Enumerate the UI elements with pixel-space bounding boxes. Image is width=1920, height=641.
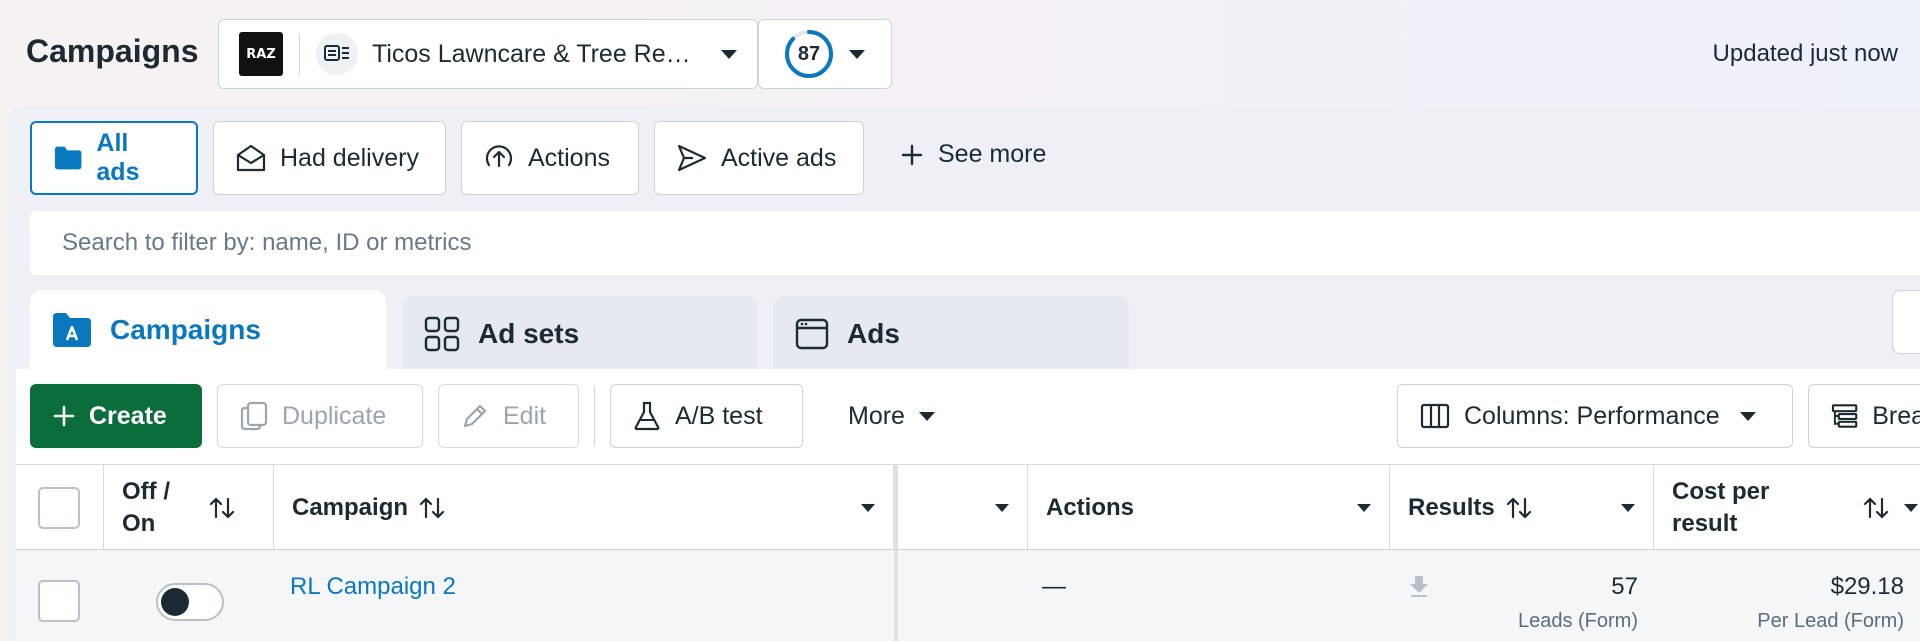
- plus-icon: [901, 144, 923, 165]
- see-more-label: See more: [938, 140, 1047, 168]
- breakdown-button[interactable]: Brea: [1808, 384, 1920, 448]
- pencil-icon: [463, 404, 487, 428]
- chevron-down-icon[interactable]: [1357, 504, 1371, 512]
- header-hidden-column[interactable]: [898, 465, 1028, 551]
- header-results[interactable]: Results: [1390, 465, 1654, 551]
- chevron-down-icon: [721, 49, 737, 59]
- results-value: 57: [1611, 573, 1638, 600]
- chevron-down-icon[interactable]: [995, 504, 1009, 512]
- columns-icon: [1420, 403, 1450, 429]
- cost-per-result-type: Per Lead (Form): [1757, 610, 1904, 632]
- duplicate-label: Duplicate: [282, 401, 387, 430]
- opportunity-score-value: 87: [797, 42, 821, 65]
- actions-value: —: [1042, 573, 1066, 600]
- filter-active-ads[interactable]: Active ads: [654, 121, 864, 195]
- filter-had-delivery[interactable]: Had delivery: [213, 121, 446, 195]
- header-cost-per-result[interactable]: Cost per result: [1654, 465, 1920, 551]
- header-campaign[interactable]: Campaign: [274, 465, 894, 551]
- view-options-button[interactable]: [1892, 290, 1920, 354]
- filter-actions[interactable]: Actions: [461, 121, 639, 195]
- search-bar: [30, 211, 1920, 275]
- arrow-up-circle-icon: [485, 145, 513, 168]
- filter-all-ads-label: All ads: [96, 129, 140, 186]
- cost-per-result-value: $29.18: [1830, 573, 1904, 600]
- sort-icon: [1863, 497, 1889, 519]
- header-off-on-label: Off / On: [122, 478, 170, 537]
- campaign-folder-icon: [53, 313, 91, 347]
- header-select-cell: [16, 465, 104, 551]
- filter-actions-label: Actions: [528, 143, 610, 172]
- filter-active-ads-label: Active ads: [721, 143, 837, 172]
- campaign-on-off-toggle[interactable]: [156, 583, 224, 621]
- more-button[interactable]: More: [826, 384, 966, 448]
- tab-ad-sets[interactable]: Ad sets: [402, 296, 758, 371]
- tab-ads-label: Ads: [847, 317, 900, 349]
- row-select-checkbox[interactable]: [38, 580, 80, 622]
- ab-test-label: A/B test: [675, 401, 763, 430]
- sort-icon: [419, 497, 445, 519]
- search-input[interactable]: [62, 229, 962, 257]
- edit-label: Edit: [503, 401, 547, 430]
- account-logo: RAZ: [239, 32, 283, 76]
- more-label: More: [848, 401, 905, 430]
- chevron-down-icon: [849, 49, 865, 59]
- columns-label: Columns: Performance: [1464, 401, 1720, 430]
- account-divider: [299, 34, 300, 74]
- header-actions[interactable]: Actions: [1028, 465, 1390, 551]
- download-icon: [1410, 576, 1428, 597]
- ab-test-button[interactable]: A/B test: [610, 384, 803, 448]
- account-switcher[interactable]: RAZ Ticos Lawncare & Tree Re…: [218, 19, 758, 89]
- ad-window-icon: [795, 318, 829, 349]
- flask-icon: [634, 401, 660, 431]
- envelope-open-icon: [236, 144, 266, 172]
- filter-all-ads[interactable]: All ads: [30, 121, 198, 195]
- chevron-down-icon[interactable]: [1621, 504, 1635, 512]
- create-label: Create: [89, 401, 167, 430]
- tab-ads[interactable]: Ads: [773, 296, 1129, 371]
- header-cost-per-result-label: Cost per result: [1672, 478, 1770, 537]
- account-name: Ticos Lawncare & Tree Re…: [372, 39, 691, 68]
- create-button[interactable]: Create: [30, 384, 202, 448]
- breakdown-label: Brea: [1872, 401, 1920, 430]
- ad-account-icon: [316, 33, 358, 75]
- see-more-button[interactable]: See more: [900, 140, 1046, 169]
- results-type: Leads (Form): [1517, 610, 1638, 632]
- tab-campaigns[interactable]: Campaigns: [30, 290, 386, 370]
- chevron-down-icon[interactable]: [1904, 504, 1918, 512]
- chevron-down-icon[interactable]: [861, 504, 875, 512]
- columns-button[interactable]: Columns: Performance: [1397, 384, 1793, 448]
- sort-icon: [209, 497, 235, 519]
- send-icon: [677, 144, 707, 172]
- updated-status: Updated just now: [1712, 40, 1898, 67]
- filter-had-delivery-label: Had delivery: [280, 143, 419, 172]
- plus-icon: [53, 405, 75, 427]
- duplicate-icon: [240, 401, 268, 431]
- tab-campaigns-label: Campaigns: [110, 314, 261, 345]
- toolbar-separator: [594, 386, 595, 446]
- chevron-down-icon: [918, 411, 935, 421]
- campaign-name-link[interactable]: RL Campaign 2: [290, 573, 456, 601]
- tab-ad-sets-label: Ad sets: [478, 317, 580, 349]
- opportunity-score-button[interactable]: 87: [758, 19, 892, 89]
- header-results-label: Results: [1408, 494, 1495, 521]
- duplicate-button[interactable]: Duplicate: [217, 384, 423, 448]
- page-title: Campaigns: [26, 33, 199, 69]
- folder-icon: [54, 146, 82, 170]
- sort-icon: [1506, 497, 1531, 519]
- header-actions-label: Actions: [1046, 494, 1135, 521]
- edit-button[interactable]: Edit: [438, 384, 579, 448]
- breakdown-icon: [1831, 404, 1858, 428]
- opportunity-score-ring: 87: [783, 28, 835, 80]
- header-campaign-label: Campaign: [292, 494, 409, 521]
- select-all-checkbox[interactable]: [38, 487, 80, 529]
- table-header-row: Off / On Campaign Actions Results Cost p…: [16, 464, 1920, 551]
- account-logo-text: RAZ: [246, 46, 276, 62]
- grid-icon: [424, 316, 460, 351]
- chevron-down-icon: [1739, 411, 1756, 421]
- frozen-column-divider: [894, 464, 898, 641]
- header-off-on[interactable]: Off / On: [104, 465, 274, 551]
